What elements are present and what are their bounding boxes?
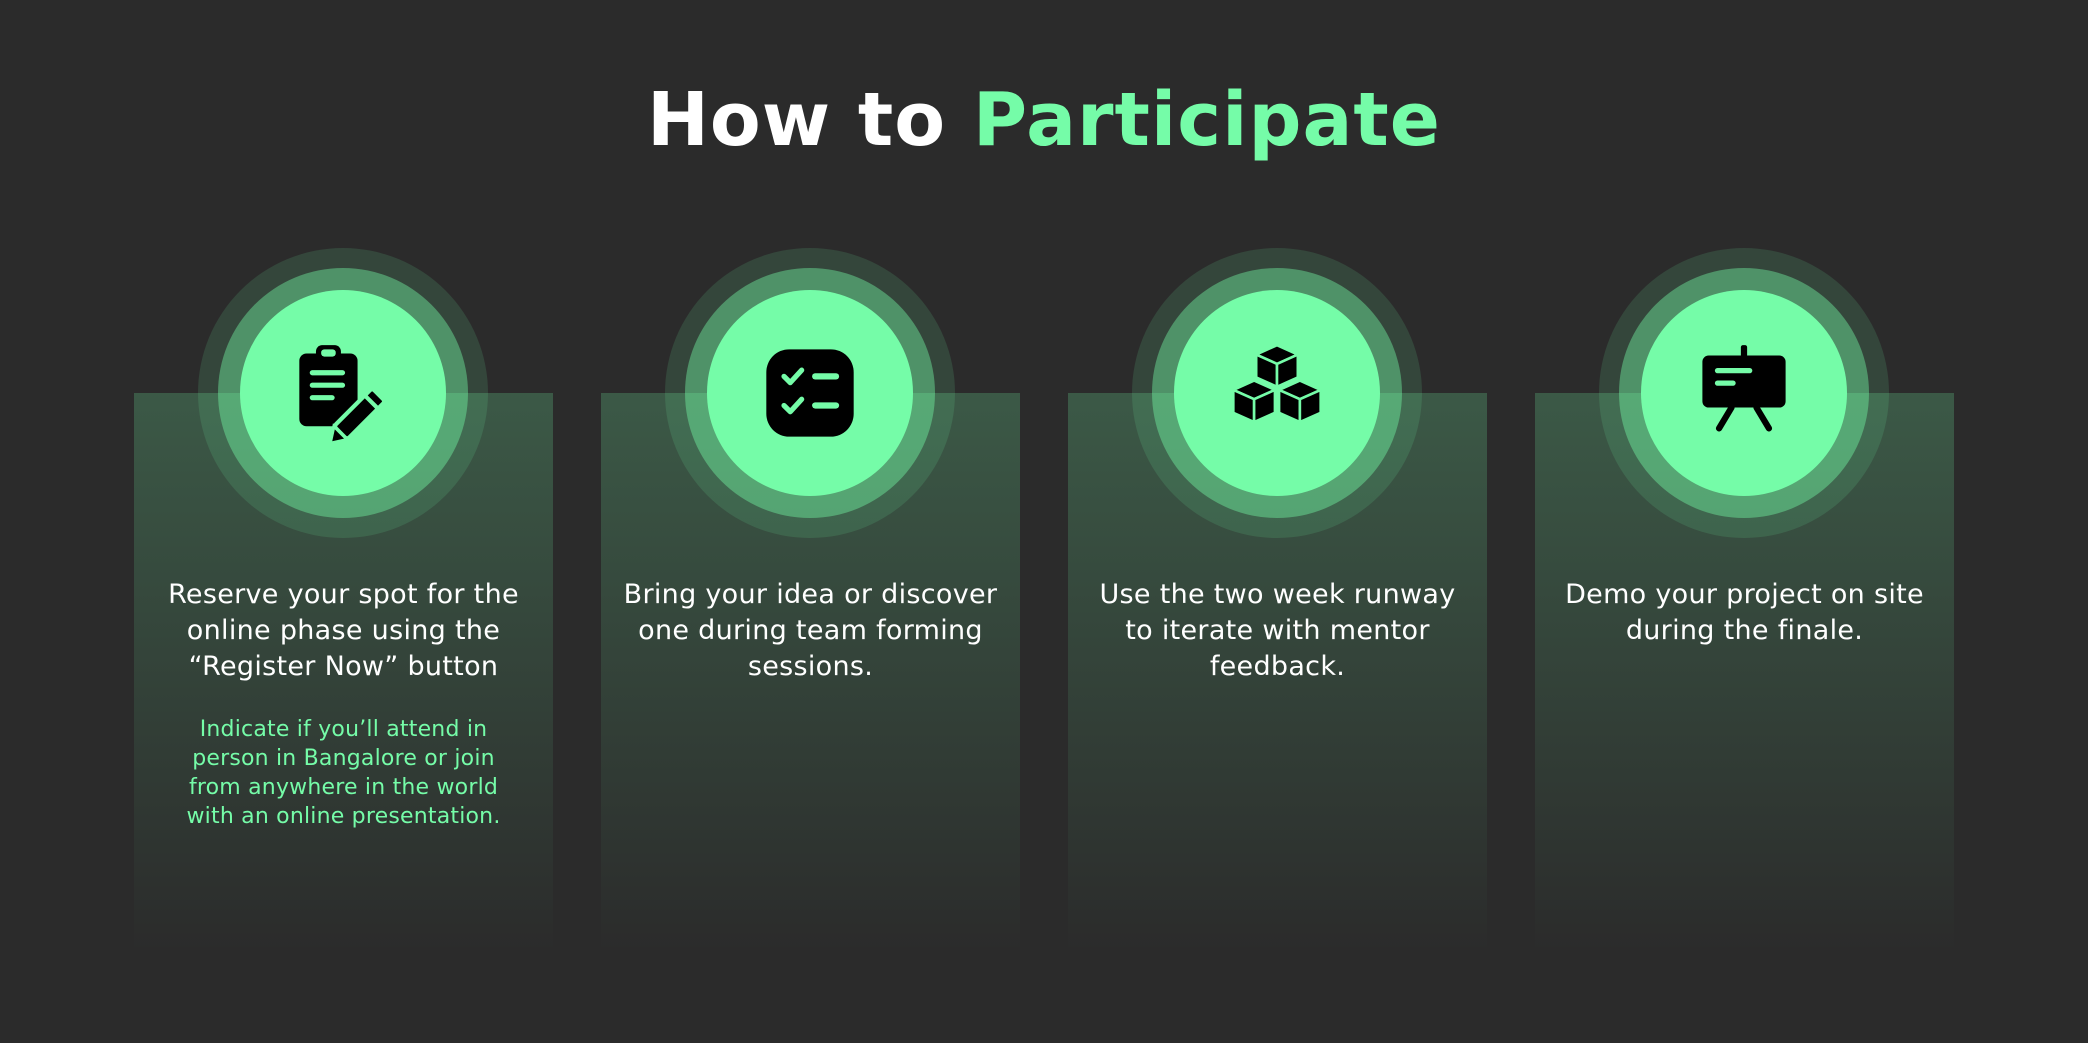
step-card-2: Bring your idea or discover one during t… (601, 248, 1020, 953)
title-prefix: How to (647, 77, 947, 163)
section-title: How to Participate (0, 77, 2088, 163)
step-icon-halo (1132, 248, 1422, 538)
step-card-1: Reserve your spot for the online phase u… (134, 248, 553, 953)
step-icon-halo (198, 248, 488, 538)
step-icon-halo (1599, 248, 1889, 538)
step-card-3: Use the two week runway to iterate with … (1068, 248, 1487, 953)
cubes-icon (1232, 343, 1322, 424)
checklist-icon (766, 349, 854, 437)
step-1-description: Reserve your spot for the online phase u… (168, 579, 519, 682)
how-to-participate-section: How to Participate Reserve your spot for… (0, 0, 2088, 1043)
title-accent: Participate (972, 77, 1441, 163)
step-2-description: Bring your idea or discover one during t… (623, 579, 998, 682)
step-1-note: Indicate if you’ll attend in person in B… (186, 717, 501, 829)
step-card-4: Demo your project on site during the fin… (1535, 248, 1954, 953)
clipboard-edit-icon (299, 345, 387, 445)
step-3-description: Use the two week runway to iterate with … (1099, 579, 1456, 682)
presentation-board-icon (1702, 345, 1786, 432)
step-icon-halo (665, 248, 955, 538)
step-4-description: Demo your project on site during the fin… (1565, 579, 1924, 646)
